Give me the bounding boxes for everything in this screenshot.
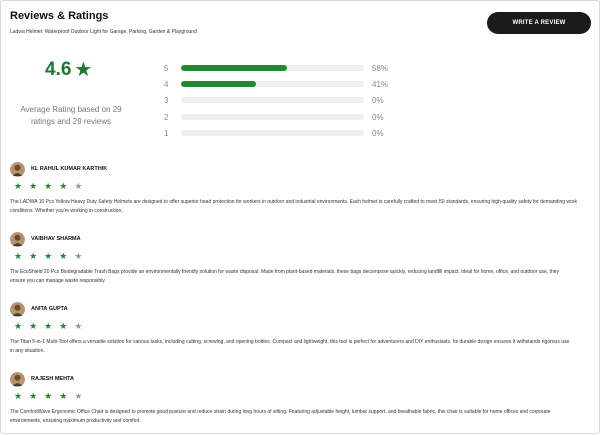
product-name: Ladwa Helmet: Waterproof Outdoor Light f… <box>10 29 197 35</box>
star-icon: ★ <box>44 181 53 191</box>
review-item: KL RAHUL KUMAR KARTHIK ★ ★ ★ ★ ★ The LADWA 10 … <box>10 161 590 216</box>
page-title: Reviews & Ratings <box>10 10 109 22</box>
average-rating: 4.6 ★ <box>45 59 92 81</box>
avatar <box>10 371 25 387</box>
avatar <box>10 301 25 317</box>
rating-bar-track <box>181 97 364 103</box>
star-icon: ★ <box>29 391 38 401</box>
review-stars: ★ ★ ★ ★ ★ <box>10 251 590 261</box>
average-rating-text: Average Rating based on 29 ratings and 2… <box>20 105 122 126</box>
review-text: The Titan 5-in-1 Multi-Tool offers a ver… <box>10 339 570 354</box>
star-icon: ★ <box>14 181 23 191</box>
rating-bar-row: 5 58% <box>164 63 388 73</box>
reviews-panel: Reviews & Ratings Ladwa Helmet: Waterpro… <box>0 0 600 434</box>
star-icon: ★ <box>74 59 93 81</box>
reviewer-name: KL RAHUL KUMAR KARTHIK <box>31 166 108 172</box>
review-header: RAJESH MEHTA <box>10 371 590 387</box>
rating-bar-track <box>181 114 364 120</box>
rating-bar-percent: 41% <box>372 79 389 89</box>
rating-bar-label: 3 <box>164 95 169 105</box>
review-text: The LADWA 10 Pcs Yellow Heavy Duty Safet… <box>10 199 577 214</box>
star-icon: ★ <box>14 251 23 261</box>
star-icon: ★ <box>74 391 83 401</box>
rating-bar-row: 3 0% <box>164 95 384 105</box>
star-icon: ★ <box>74 321 83 331</box>
write-review-button[interactable]: WRITE A REVIEW <box>487 12 591 34</box>
review-item: VAIBHAV SHARMA ★ ★ ★ ★ ★ The EcoShield 20 Pcs … <box>10 231 590 286</box>
rating-bar-percent: 0% <box>372 112 384 122</box>
star-icon: ★ <box>74 181 83 191</box>
star-icon: ★ <box>59 251 68 261</box>
review-item: RAJESH MEHTA ★ ★ ★ ★ ★ The ComfortWave Ergonom… <box>10 371 590 426</box>
star-icon: ★ <box>59 391 68 401</box>
review-stars: ★ ★ ★ ★ ★ <box>10 181 590 191</box>
star-icon: ★ <box>14 391 23 401</box>
star-icon: ★ <box>29 251 38 261</box>
review-stars: ★ ★ ★ ★ ★ <box>10 391 590 401</box>
rating-bar-percent: 0% <box>372 128 384 138</box>
star-icon: ★ <box>74 251 83 261</box>
star-icon: ★ <box>44 251 53 261</box>
review-header: VAIBHAV SHARMA <box>10 231 590 247</box>
avatar <box>10 161 25 177</box>
review-text: The EcoShield 20 Pcs Biodegradable Trash… <box>10 269 560 284</box>
rating-bar-label: 1 <box>164 128 169 138</box>
rating-bar-track <box>181 130 364 136</box>
star-icon: ★ <box>14 321 23 331</box>
rating-bar-row: 1 0% <box>164 128 384 138</box>
review-text: The ComfortWave Ergonomic Office Chair i… <box>10 409 551 424</box>
rating-bar-track <box>181 81 364 87</box>
review-stars: ★ ★ ★ ★ ★ <box>10 321 590 331</box>
reviewer-name: VAIBHAV SHARMA <box>31 236 81 242</box>
star-icon: ★ <box>44 321 53 331</box>
review-item: ANITA GUPTA ★ ★ ★ ★ ★ The Titan 5-in-1 Multi-T… <box>10 301 590 356</box>
rating-bar-track <box>181 65 364 71</box>
review-header: ANITA GUPTA <box>10 301 590 317</box>
rating-bar-row: 4 41% <box>164 79 388 89</box>
average-value: 4.6 <box>45 59 72 80</box>
rating-bar-percent: 58% <box>372 63 389 73</box>
star-icon: ★ <box>59 181 68 191</box>
rating-bar-row: 2 0% <box>164 112 384 122</box>
star-icon: ★ <box>59 321 68 331</box>
star-icon: ★ <box>44 391 53 401</box>
reviewer-name: ANITA GUPTA <box>31 306 68 312</box>
avatar <box>10 231 25 247</box>
reviewer-name: RAJESH MEHTA <box>31 376 74 382</box>
review-header: KL RAHUL KUMAR KARTHIK <box>10 161 590 177</box>
rating-bar-label: 4 <box>164 79 169 89</box>
rating-bar-fill <box>181 65 288 71</box>
rating-bar-percent: 0% <box>372 95 384 105</box>
star-icon: ★ <box>29 181 38 191</box>
rating-bar-label: 5 <box>164 63 169 73</box>
rating-bar-fill <box>181 81 257 87</box>
star-icon: ★ <box>29 321 38 331</box>
rating-bar-label: 2 <box>164 112 169 122</box>
